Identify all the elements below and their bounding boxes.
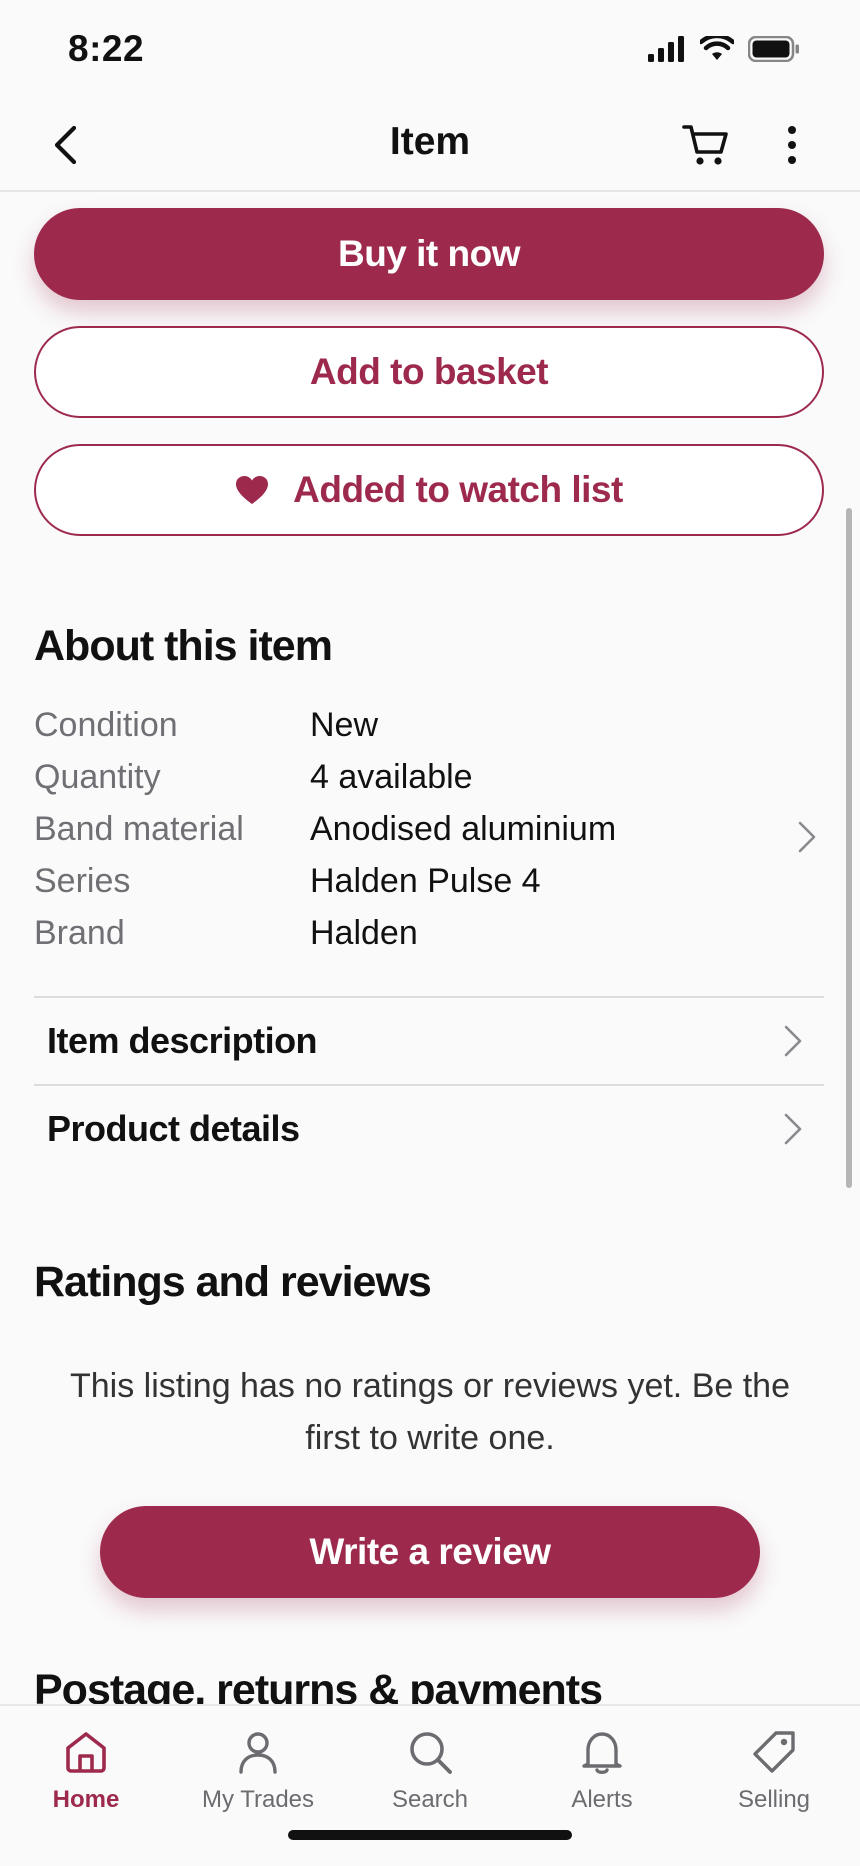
tab-home[interactable]: Home bbox=[11, 1720, 161, 1820]
item-description-row[interactable]: Item description bbox=[34, 998, 824, 1084]
item-description-label: Item description bbox=[47, 1020, 318, 1061]
spec-row-condition: Condition New bbox=[34, 706, 824, 758]
spec-row-brand: Brand Halden bbox=[34, 914, 824, 966]
spec-value: Anodised aluminium bbox=[310, 810, 617, 848]
tab-label: Home bbox=[52, 1786, 120, 1813]
chevron-right-icon bbox=[784, 1025, 802, 1057]
add-to-basket-label: Add to basket bbox=[309, 351, 549, 392]
no-reviews-message: This listing has no ratings or reviews y… bbox=[70, 1367, 790, 1457]
bell-icon bbox=[582, 1732, 622, 1774]
spec-label: Condition bbox=[34, 706, 178, 744]
tab-my-trades[interactable]: My Trades bbox=[183, 1720, 333, 1820]
search-icon bbox=[410, 1732, 452, 1774]
spec-row-quantity: Quantity 4 available bbox=[34, 758, 824, 810]
write-review-label: Write a review bbox=[309, 1531, 551, 1572]
watch-list-label: Added to watch list bbox=[293, 469, 623, 510]
about-section-title: About this item bbox=[34, 622, 333, 670]
status-bar: 8:22 bbox=[0, 0, 860, 100]
spec-value: New bbox=[310, 706, 379, 744]
spec-value: 4 available bbox=[310, 758, 473, 796]
spec-label: Band material bbox=[34, 810, 244, 848]
spec-label: Series bbox=[34, 862, 131, 900]
reviews-section-title: Ratings and reviews bbox=[34, 1258, 432, 1306]
tab-label: Selling bbox=[737, 1786, 811, 1813]
chevron-right-icon bbox=[784, 1113, 802, 1145]
heart-icon bbox=[236, 476, 269, 504]
add-to-basket-button[interactable]: Add to basket bbox=[34, 326, 824, 418]
tab-search[interactable]: Search bbox=[355, 1720, 505, 1820]
more-vertical-icon bbox=[788, 126, 796, 164]
tag-icon bbox=[753, 1731, 795, 1773]
battery-icon bbox=[748, 36, 799, 62]
chevron-right-icon bbox=[798, 821, 816, 853]
scrollbar[interactable] bbox=[846, 508, 852, 1188]
more-options-button[interactable] bbox=[772, 122, 812, 168]
status-time: 8:22 bbox=[68, 28, 145, 69]
spec-value: Halden bbox=[310, 914, 418, 952]
spec-row-series: Series Halden Pulse 4 bbox=[34, 862, 824, 914]
home-indicator[interactable] bbox=[288, 1830, 572, 1840]
spec-value: Halden Pulse 4 bbox=[310, 862, 541, 900]
wifi-icon bbox=[700, 36, 734, 60]
buy-now-label: Buy it now bbox=[337, 233, 521, 274]
cellular-signal-icon bbox=[648, 36, 684, 62]
product-details-row[interactable]: Product details bbox=[34, 1086, 824, 1172]
spec-label: Quantity bbox=[34, 758, 161, 796]
tab-label: My Trades bbox=[201, 1786, 315, 1813]
chevron-left-icon bbox=[54, 125, 77, 165]
tab-bar: Home My Trades Search Alerts Selling bbox=[0, 1704, 860, 1866]
tab-selling[interactable]: Selling bbox=[699, 1720, 849, 1820]
tab-label: Search bbox=[391, 1786, 469, 1813]
page-title: Item bbox=[389, 120, 471, 163]
spec-row-band-material[interactable]: Band material Anodised aluminium bbox=[34, 810, 824, 862]
home-icon bbox=[66, 1732, 106, 1773]
person-icon bbox=[239, 1732, 277, 1774]
cart-icon bbox=[682, 125, 728, 165]
back-button[interactable] bbox=[44, 122, 90, 168]
buy-now-button[interactable]: Buy it now bbox=[34, 208, 824, 300]
cart-button[interactable] bbox=[682, 122, 730, 168]
product-details-label: Product details bbox=[47, 1108, 300, 1149]
nav-bar: Item bbox=[0, 100, 860, 192]
status-icons bbox=[648, 36, 800, 62]
tab-alerts[interactable]: Alerts bbox=[527, 1720, 677, 1820]
tab-label: Alerts bbox=[571, 1786, 633, 1813]
write-review-button[interactable]: Write a review bbox=[100, 1506, 760, 1598]
watch-list-button[interactable]: Added to watch list bbox=[34, 444, 824, 536]
spec-label: Brand bbox=[34, 914, 125, 952]
